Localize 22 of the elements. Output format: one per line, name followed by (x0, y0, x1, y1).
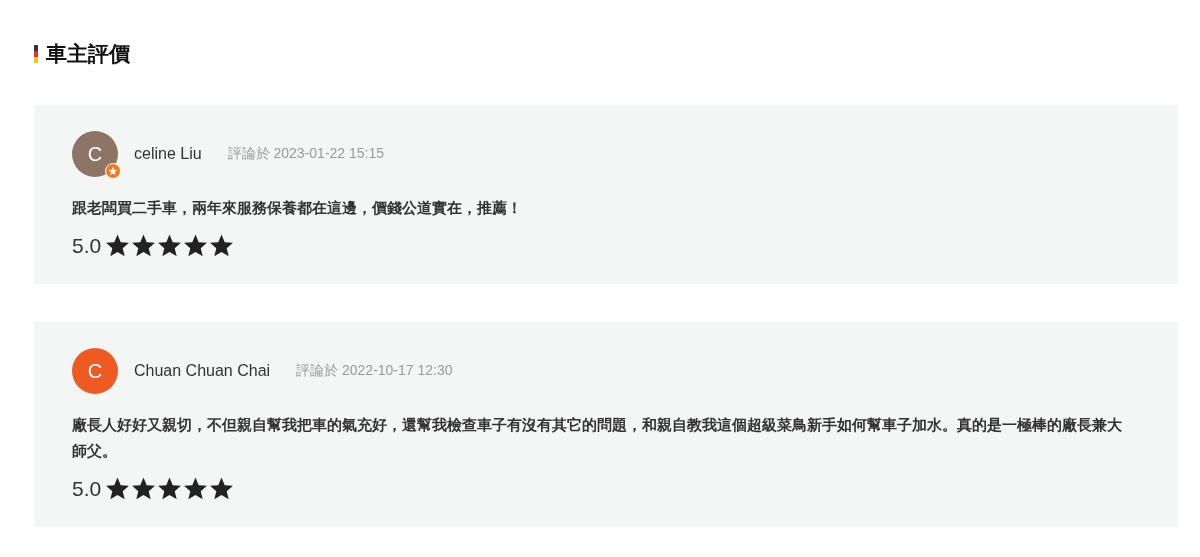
star-icon (209, 476, 235, 501)
rating-score: 5.0 (72, 476, 102, 501)
star-icon (209, 233, 235, 258)
avatar: C (72, 131, 118, 177)
rating-score: 5.0 (72, 233, 102, 258)
review-date: 評論於 2023-01-22 15:15 (227, 145, 385, 163)
reviewer-name: Chuan Chuan Chai (134, 362, 271, 380)
star-icon (131, 476, 157, 501)
star-icon (105, 233, 131, 258)
star-icon (157, 476, 183, 501)
heading-marker (34, 45, 38, 63)
review-date: 評論於 2022-10-17 12:30 (296, 362, 453, 380)
section-title: 車主評價 (46, 41, 130, 67)
star-icon (183, 476, 209, 501)
star-icon (105, 476, 131, 501)
review-text: 廠長人好好又親切，不但親自幫我把車的氣充好，還幫我檢查車子有沒有其它的問題，和親自教我這個超級菜鳥新手如何幫車子加水。真的是一極棒的廠長兼大師父。 (72, 415, 1123, 461)
reviewer-name: celine Liu (134, 145, 202, 163)
avatar: C (72, 348, 118, 394)
star-icon (157, 233, 183, 258)
star-icon (183, 233, 209, 258)
review-text: 跟老闆買二手車，兩年來服務保養都在這邊，價錢公道實在，推薦！ (72, 198, 523, 218)
star-icon (131, 233, 157, 258)
